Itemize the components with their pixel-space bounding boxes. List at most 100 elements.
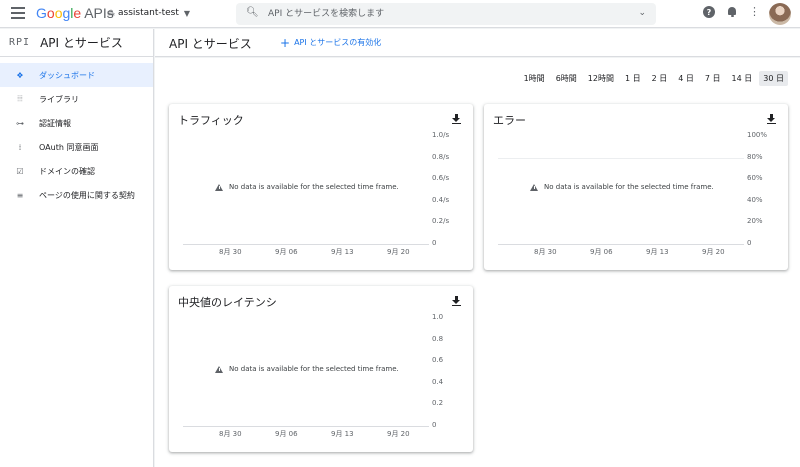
y-axis-tick-label: 100% bbox=[747, 131, 768, 139]
y-axis-tick-label: 0.2/s bbox=[432, 217, 450, 226]
time-range-selector: 1時間 6時間 12時間 1 日2 日4 日7 日 14 日 30 日 bbox=[517, 71, 788, 86]
project-name: assistant-test bbox=[118, 8, 179, 18]
sidebar-item-library[interactable]: ⦙⦙⦙ ライブラリ bbox=[0, 87, 153, 111]
y-axis-tick-label: 0 bbox=[432, 421, 437, 429]
time-range-option[interactable]: 1時間 bbox=[520, 71, 549, 86]
chevron-down-icon: ▼ bbox=[183, 8, 191, 18]
y-axis-tick-label: 0.2 bbox=[432, 399, 444, 408]
y-axis-tick-label: 0.4/s bbox=[432, 195, 450, 204]
sidebar-item-label: ドメインの確認 bbox=[39, 166, 95, 176]
x-axis-tick-label: 9月 20 bbox=[387, 430, 410, 438]
sidebar-item-label: OAuth 同意画面 bbox=[39, 142, 99, 152]
y-axis-tick-label: 40% bbox=[747, 195, 763, 204]
notifications-bell-icon[interactable] bbox=[726, 6, 738, 18]
y-axis-tick-label: 0.6 bbox=[432, 356, 444, 365]
time-range-option[interactable]: 4 日 bbox=[674, 71, 698, 86]
user-avatar[interactable] bbox=[769, 3, 791, 25]
sidebar-item-agreement[interactable]: ≡ ページの使用に関する契約 bbox=[0, 183, 153, 207]
sidebar-header: RPI API とサービス bbox=[0, 29, 153, 57]
y-axis-tick-label: 1.0 bbox=[432, 313, 444, 321]
hamburger-menu-icon[interactable] bbox=[11, 7, 25, 19]
page-title: API とサービス bbox=[169, 37, 252, 51]
help-icon[interactable]: ? bbox=[703, 6, 715, 18]
gridline bbox=[498, 157, 744, 159]
warning-icon bbox=[215, 183, 223, 191]
search-bar[interactable]: 🔍︎ ⌄ bbox=[236, 3, 656, 25]
sidebar-item-key[interactable]: ⊶ 認証情報 bbox=[0, 111, 153, 135]
sidebar-title: API とサービス bbox=[40, 36, 123, 50]
x-axis-tick-label: 9月 13 bbox=[646, 248, 669, 256]
x-axis-tick-label: 9月 06 bbox=[590, 248, 613, 256]
search-input[interactable] bbox=[268, 6, 628, 22]
x-axis-tick-label: 8月 30 bbox=[219, 248, 242, 256]
x-axis-baseline bbox=[498, 244, 744, 245]
sidebar-item-consent[interactable]: ⁞ OAuth 同意画面 bbox=[0, 135, 153, 159]
sidebar-item-label: ダッシュボード bbox=[39, 70, 95, 80]
sidebar-item-label: ライブラリ bbox=[39, 94, 79, 104]
x-axis-tick-label: 9月 20 bbox=[387, 248, 410, 256]
no-data-text: No data is available for the selected ti… bbox=[544, 183, 714, 191]
time-range-option[interactable]: 12時間 bbox=[584, 71, 618, 86]
x-axis-tick-label: 8月 30 bbox=[534, 248, 557, 256]
y-axis-tick-label: 0 bbox=[747, 239, 752, 247]
x-axis-tick-label: 9月 06 bbox=[275, 430, 298, 438]
enable-apis-label: API とサービスの有効化 bbox=[294, 38, 382, 47]
plus-icon: + bbox=[280, 35, 291, 50]
warning-icon bbox=[530, 183, 538, 191]
dashboard-icon: ❖ bbox=[16, 70, 24, 80]
sidebar: RPI API とサービス ❖ ダッシュボード ⦙⦙⦙ ライブラリ ⊶ 認証情報 ⁞ OAut… bbox=[0, 29, 154, 467]
dashboard-content: 1時間 6時間 12時間 1 日2 日4 日7 日 14 日 30 日 トラフィック 1.… bbox=[155, 58, 800, 467]
no-data-message: No data is available for the selected ti… bbox=[215, 183, 399, 191]
no-data-text: No data is available for the selected ti… bbox=[229, 365, 399, 373]
x-axis-tick-label: 8月 30 bbox=[219, 430, 242, 438]
domain-check-icon: ☑ bbox=[16, 166, 24, 176]
sidebar-item-label: 認証情報 bbox=[39, 118, 71, 128]
time-range-option[interactable]: 6時間 bbox=[552, 71, 581, 86]
time-range-option[interactable]: 7 日 bbox=[701, 71, 725, 86]
download-icon[interactable] bbox=[452, 114, 461, 124]
search-icon: 🔍︎ bbox=[246, 7, 259, 18]
y-axis-tick-label: 0.6/s bbox=[432, 174, 450, 183]
x-axis-baseline bbox=[183, 426, 429, 427]
enable-apis-button[interactable]: + API とサービスの有効化 bbox=[280, 35, 382, 50]
google-apis-logo[interactable]: Google APIs bbox=[36, 5, 114, 21]
sidebar-item-label: ページの使用に関する契約 bbox=[39, 190, 135, 200]
top-app-bar: GoogleAPIs ⁂ assistant-test ▼ 🔍︎ ⌄ ? ⋮ bbox=[0, 0, 800, 28]
more-options-icon[interactable]: ⋮ bbox=[749, 6, 760, 18]
warning-icon bbox=[215, 365, 223, 373]
x-axis-tick-label: 9月 13 bbox=[331, 248, 354, 256]
traffic-chart-card: トラフィック 1.0/s 0.8/s 0.6/s 0.4/s 0.2/s 0 8月 30 9月… bbox=[169, 104, 473, 270]
errors-chart-title: エラー bbox=[493, 114, 526, 127]
x-axis-tick-label: 9月 20 bbox=[702, 248, 725, 256]
y-axis-tick-label: 0 bbox=[432, 239, 437, 247]
latency-chart-card: 中央値のレイテンシ 1.0 0.8 0.6 0.4 0.2 0 8月 30 9月 06 9月 1… bbox=[169, 286, 473, 452]
time-range-option[interactable]: 30 日 bbox=[759, 71, 788, 86]
sidebar-item-dashboard[interactable]: ❖ ダッシュボード bbox=[0, 63, 153, 87]
sidebar-item-domain-check[interactable]: ☑ ドメインの確認 bbox=[0, 159, 153, 183]
time-range-option[interactable]: 2 日 bbox=[648, 71, 672, 86]
api-logo-icon: RPI bbox=[9, 37, 31, 48]
agreement-icon: ≡ bbox=[16, 190, 24, 200]
x-axis-tick-label: 9月 06 bbox=[275, 248, 298, 256]
project-selector[interactable]: ⁂ assistant-test ▼ bbox=[107, 8, 190, 18]
download-icon[interactable] bbox=[767, 114, 776, 124]
top-actions: ? ⋮ bbox=[703, 6, 760, 18]
y-axis-tick-label: 0.8 bbox=[432, 334, 444, 343]
no-data-text: No data is available for the selected ti… bbox=[229, 183, 399, 191]
y-axis-tick-label: 0.8/s bbox=[432, 152, 450, 161]
key-icon: ⊶ bbox=[16, 118, 24, 128]
y-axis-tick-label: 0.4 bbox=[432, 377, 444, 386]
download-icon[interactable] bbox=[452, 296, 461, 306]
search-expand-chevron-icon[interactable]: ⌄ bbox=[638, 8, 646, 18]
y-axis-tick-label: 60% bbox=[747, 174, 763, 183]
time-range-option[interactable]: 1 日 bbox=[621, 71, 645, 86]
y-axis-tick-label: 1.0/s bbox=[432, 131, 450, 139]
errors-chart-card: エラー 100% 80% 60% 40% 20% 0 8月 30 9月 06 9月 13 9月 2… bbox=[484, 104, 788, 270]
no-data-message: No data is available for the selected ti… bbox=[530, 183, 714, 191]
project-icon: ⁂ bbox=[107, 8, 115, 18]
x-axis-baseline bbox=[183, 244, 429, 245]
y-axis-tick-label: 80% bbox=[747, 152, 763, 161]
y-axis-tick-label: 20% bbox=[747, 217, 763, 226]
traffic-chart-title: トラフィック bbox=[178, 114, 244, 127]
time-range-option[interactable]: 14 日 bbox=[728, 71, 757, 86]
